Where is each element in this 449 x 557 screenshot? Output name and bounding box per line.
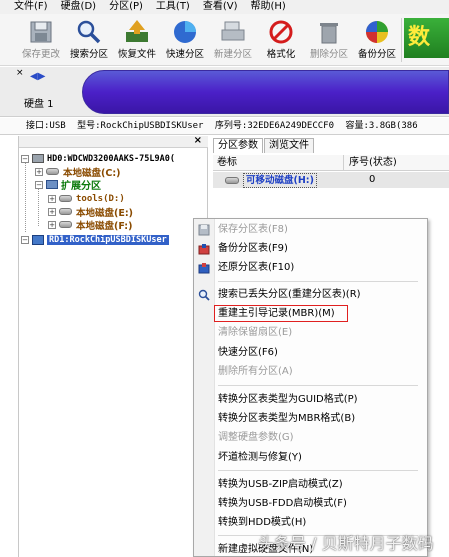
backup-partition-button[interactable]: 备份分区 bbox=[354, 16, 400, 64]
quick-partition-button[interactable]: 快速分区 bbox=[162, 16, 208, 64]
menu-view[interactable]: 查看(V) bbox=[203, 0, 238, 14]
column-divider[interactable] bbox=[343, 155, 344, 171]
volume-icon bbox=[225, 177, 239, 184]
expand-icon[interactable]: + bbox=[48, 207, 56, 216]
table-row[interactable]: 可移动磁盘(H:) 0 bbox=[213, 172, 449, 188]
row-seq: 0 bbox=[369, 174, 376, 185]
menu-item-search-lost-partitions[interactable]: 搜索已丢失分区(重建分区表)(R) bbox=[218, 288, 361, 302]
menu-file[interactable]: 文件(F) bbox=[14, 0, 48, 14]
menu-item-delete-all-partitions[interactable]: 删除所有分区(A) bbox=[218, 365, 293, 379]
tree-node-extended[interactable]: − 扩展分区 bbox=[35, 178, 101, 192]
menu-item-rebuild-mbr[interactable]: 重建主引导记录(MBR)(M) bbox=[218, 307, 335, 321]
toolbar: 保存更改 搜索分区 恢复文件 快速分区 新建分区 格式化 删除分区 备份分区 数 bbox=[0, 14, 449, 66]
backup-table-icon bbox=[198, 244, 210, 255]
save-changes-button[interactable]: 保存更改 bbox=[18, 16, 64, 64]
menu-tools[interactable]: 工具(T) bbox=[156, 0, 190, 14]
expand-icon[interactable]: + bbox=[48, 220, 56, 229]
collapse-icon[interactable]: − bbox=[35, 180, 43, 189]
column-seq-status[interactable]: 序号(状态) bbox=[349, 155, 397, 171]
tree-node-d[interactable]: + tools(D:) bbox=[48, 192, 125, 205]
disk-tree-panel: × − HD0:WDCWD3200AAKS-75L9A0( + 本地磁盘(C:)… bbox=[18, 135, 208, 557]
disk-partition-bar[interactable] bbox=[82, 70, 449, 114]
disk-interface: 接口:USB bbox=[26, 121, 66, 131]
disk-label: 硬盘 1 bbox=[24, 99, 54, 110]
disk-info-line: 接口:USB 型号:RockChipUSBDISKUser 序列号:32EDE6… bbox=[0, 118, 449, 135]
disk-serial: 序列号:32EDE6A249DECCF0 bbox=[214, 121, 335, 131]
column-volume-label[interactable]: 卷标 bbox=[217, 155, 237, 171]
context-menu: 保存分区表(F8) 备份分区表(F9) 还原分区表(F10) 搜索已丢失分区(重… bbox=[193, 218, 428, 557]
menu-partition[interactable]: 分区(P) bbox=[109, 0, 143, 14]
disk-capacity: 容量:3.8GB(386 bbox=[345, 121, 418, 131]
menu-separator bbox=[218, 281, 418, 282]
delete-partition-button[interactable]: 删除分区 bbox=[306, 16, 352, 64]
recover-files-icon bbox=[126, 20, 148, 42]
menu-separator bbox=[218, 385, 418, 386]
menu-item-convert-to-mbr[interactable]: 转换分区表类型为MBR格式(B) bbox=[218, 412, 355, 426]
tree-node-e[interactable]: + 本地磁盘(E:) bbox=[48, 205, 133, 219]
watermark: 头条号 / 贝斯特月子数码 bbox=[258, 534, 434, 553]
format-icon bbox=[269, 20, 293, 44]
disk-band-close-icon[interactable]: × bbox=[16, 68, 24, 78]
menu-item-restore-table[interactable]: 还原分区表(F10) bbox=[218, 261, 294, 275]
restore-table-icon bbox=[198, 263, 210, 274]
recover-files-button[interactable]: 恢复文件 bbox=[114, 16, 160, 64]
volume-icon bbox=[59, 221, 72, 228]
menu-item-convert-to-guid[interactable]: 转换分区表类型为GUID格式(P) bbox=[218, 393, 358, 407]
menu-item-bad-sector-check[interactable]: 坏道检测与修复(Y) bbox=[218, 451, 302, 465]
volume-icon bbox=[59, 195, 72, 202]
volume-icon bbox=[59, 208, 72, 215]
menu-item-quick-partition[interactable]: 快速分区(F6) bbox=[218, 346, 278, 360]
new-partition-icon bbox=[221, 21, 245, 41]
menu-separator bbox=[218, 470, 418, 471]
tree-panel-header: × bbox=[19, 135, 208, 148]
menu-bar: 文件(F) 硬盘(D) 分区(P) 工具(T) 查看(V) 帮助(H) bbox=[0, 0, 449, 14]
menu-item-hdd-mode[interactable]: 转换到HDD模式(H) bbox=[218, 516, 306, 530]
menu-item-usb-zip-mode[interactable]: 转换为USB-ZIP启动模式(Z) bbox=[218, 478, 343, 492]
volume-icon bbox=[46, 168, 59, 175]
tab-partition-params[interactable]: 分区参数 bbox=[213, 138, 263, 153]
delete-partition-icon bbox=[320, 23, 338, 44]
format-button[interactable]: 格式化 bbox=[258, 16, 304, 64]
quick-partition-icon bbox=[174, 21, 196, 43]
collapse-icon[interactable]: − bbox=[21, 154, 29, 163]
collapse-icon[interactable]: − bbox=[21, 235, 29, 244]
search-icon bbox=[77, 20, 101, 44]
menu-item-backup-table[interactable]: 备份分区表(F9) bbox=[218, 242, 288, 256]
usb-disk-icon bbox=[32, 234, 44, 245]
row-volume-name: 可移动磁盘(H:) bbox=[243, 173, 317, 188]
disk-nav-arrows-icon[interactable]: ◀▶ bbox=[30, 71, 45, 82]
menu-disk[interactable]: 硬盘(D) bbox=[61, 0, 97, 14]
disk-model: 型号:RockChipUSBDISKUser bbox=[77, 121, 204, 131]
menu-item-adjust-disk-params[interactable]: 调整硬盘参数(G) bbox=[218, 431, 294, 445]
expand-icon[interactable]: + bbox=[35, 167, 43, 176]
disk-band: × ◀▶ 硬盘 1 bbox=[0, 67, 449, 117]
new-partition-button[interactable]: 新建分区 bbox=[210, 16, 256, 64]
tree-guide-line bbox=[25, 160, 26, 232]
tree-node-f[interactable]: + 本地磁盘(F:) bbox=[48, 218, 132, 232]
search-lost-icon bbox=[198, 289, 210, 301]
menu-item-usb-fdd-mode[interactable]: 转换为USB-FDD启动模式(F) bbox=[218, 497, 347, 511]
tree-node-hd0[interactable]: − HD0:WDCWD3200AAKS-75L9A0( bbox=[21, 152, 175, 165]
tree-close-icon[interactable]: × bbox=[194, 135, 202, 146]
menu-item-clear-reserved-sectors[interactable]: 清除保留扇区(E) bbox=[218, 326, 292, 340]
toolbar-separator bbox=[401, 18, 402, 62]
extended-partition-icon bbox=[46, 180, 58, 189]
detail-tabs: 分区参数 浏览文件 bbox=[213, 138, 315, 153]
partition-table-header: 卷标 序号(状态) bbox=[213, 155, 449, 171]
save-icon bbox=[30, 21, 52, 43]
tree-node-rd1[interactable]: − RD1:RockChipUSBDISKUser bbox=[21, 233, 169, 246]
tab-browse-files[interactable]: 浏览文件 bbox=[264, 138, 314, 153]
app-logo-partial: 数 bbox=[404, 18, 449, 58]
save-table-icon bbox=[198, 224, 210, 236]
expand-icon[interactable]: + bbox=[48, 194, 56, 203]
menu-help[interactable]: 帮助(H) bbox=[251, 0, 286, 14]
backup-partition-icon bbox=[366, 21, 388, 43]
menu-item-save-table[interactable]: 保存分区表(F8) bbox=[218, 223, 288, 237]
search-partition-button[interactable]: 搜索分区 bbox=[66, 16, 112, 64]
hdd-icon bbox=[32, 154, 44, 163]
